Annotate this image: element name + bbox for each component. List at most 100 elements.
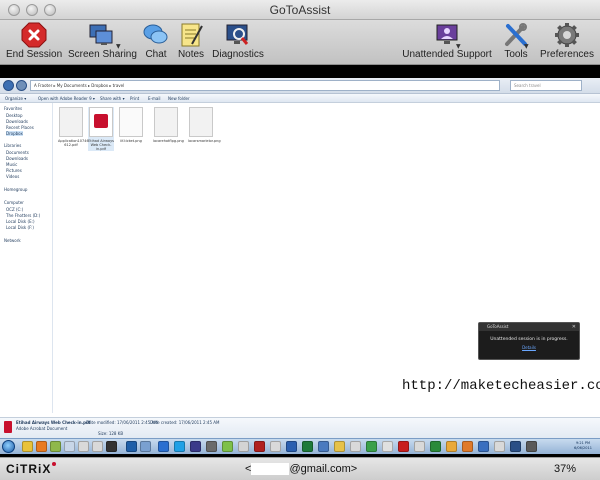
app-icon[interactable] [446, 441, 457, 452]
chat-button[interactable]: Chat [142, 22, 170, 60]
forward-icon[interactable] [16, 80, 27, 91]
back-icon[interactable] [3, 80, 14, 91]
file-item[interactable]: Application10746 612.pdf [58, 107, 89, 147]
nav-item[interactable]: Network [4, 238, 21, 243]
nav-item[interactable]: Local Disk (F:) [6, 225, 34, 230]
image-thumbnail [189, 107, 213, 137]
file-item[interactable]: Etihad Airways Web Check-in.pdf [88, 107, 114, 151]
zoom-level[interactable]: 37% [554, 463, 576, 475]
file-item[interactable]: locarehotflpg.png [153, 107, 184, 143]
unattended-support-button[interactable]: Unattended Support [400, 22, 494, 60]
app-icon[interactable] [190, 441, 201, 452]
nav-item[interactable]: Desktop [6, 113, 23, 118]
details-filename: Etihad Airways Web Check-in.pdf [16, 420, 91, 425]
tools-button[interactable]: Tools [500, 22, 532, 60]
nav-item[interactable]: Videos [6, 174, 19, 179]
address-path[interactable]: A Fraoter ▸ My Documents ▸ Dropbox ▸ tra… [30, 80, 500, 91]
app-icon[interactable] [382, 441, 393, 452]
app-icon[interactable] [494, 441, 505, 452]
app-icon[interactable] [140, 441, 151, 452]
end-session-button[interactable]: End Session [6, 22, 62, 60]
app-icon[interactable] [206, 441, 217, 452]
brand-text: CiTRiX [6, 462, 52, 476]
nav-item[interactable]: Music [6, 162, 17, 167]
folder-icon[interactable] [22, 441, 33, 452]
nav-item[interactable]: Homegroup [4, 187, 27, 192]
command-share-with[interactable]: Share with ▾ [100, 94, 125, 103]
image-thumbnail [154, 107, 178, 137]
command-email[interactable]: E-mail [148, 94, 161, 103]
close-icon[interactable]: ✕ [572, 324, 576, 330]
app-icon[interactable] [158, 441, 169, 452]
app-icon[interactable] [222, 441, 233, 452]
app-icon[interactable] [318, 441, 329, 452]
explorer-details-pane: Etihad Airways Web Check-in.pdf Date mod… [0, 417, 600, 438]
chevron-down-icon: ▼ [456, 43, 461, 50]
app-icon[interactable] [478, 441, 489, 452]
nav-item[interactable]: OCZ (C:) [6, 207, 23, 212]
toolbar: End Session Screen Sharing ▼ Chat Notes [0, 20, 600, 65]
search-input[interactable]: Search travel [510, 80, 582, 91]
title-bar: GoToAssist [0, 0, 600, 20]
app-icon[interactable] [462, 441, 473, 452]
app-icon[interactable] [126, 441, 137, 452]
file-item[interactable]: locarsmarielor.png [188, 107, 221, 143]
diagnostics-button[interactable]: Diagnostics [210, 22, 266, 60]
word-icon[interactable] [286, 441, 297, 452]
details-type: Adobe Acrobat Document [16, 426, 68, 431]
app-icon[interactable] [270, 441, 281, 452]
nav-item[interactable]: Libraries [4, 143, 21, 148]
windows-taskbar: 9:21 PM 6/06/2011 [0, 438, 600, 454]
citrix-logo: CiTRiX [6, 462, 57, 476]
nav-item[interactable]: Recent Places [6, 125, 34, 130]
details-modified: Date modified: 17/06/2011 2:45 AM [86, 420, 158, 425]
excel-icon[interactable] [302, 441, 313, 452]
command-print[interactable]: Print [130, 94, 139, 103]
app-icon[interactable] [350, 441, 361, 452]
nav-item[interactable]: Dropbox [6, 131, 23, 136]
nav-item[interactable]: Downloads [6, 119, 28, 124]
command-new-folder[interactable]: New folder [168, 94, 190, 103]
file-item[interactable]: iif-ticket.png [118, 107, 144, 143]
nav-item[interactable]: The Fhotters (D:) [6, 213, 40, 218]
preferences-button[interactable]: Preferences [538, 22, 596, 60]
app-icon[interactable] [366, 441, 377, 452]
diagnostics-label: Diagnostics [212, 49, 264, 60]
nav-item[interactable]: Pictures [6, 168, 22, 173]
nav-item[interactable]: Documents [6, 150, 29, 155]
session-email: < @gmail.com> [245, 463, 357, 476]
unattended-session-notification: GoToAssist ✕ Unattended session is in pr… [478, 322, 580, 360]
skype-icon[interactable] [174, 441, 185, 452]
nav-item[interactable]: Downloads [6, 156, 28, 161]
start-button[interactable] [2, 440, 15, 453]
app-icon[interactable] [526, 441, 537, 452]
acrobat-icon[interactable] [398, 441, 409, 452]
app-icon[interactable] [50, 441, 61, 452]
stop-icon [21, 22, 47, 48]
system-clock: 9:21 PM 6/06/2011 [572, 441, 594, 451]
app-icon[interactable] [64, 441, 75, 452]
firefox-icon[interactable] [36, 441, 47, 452]
app-icon[interactable] [430, 441, 441, 452]
nav-item[interactable]: Favorites [4, 106, 22, 111]
command-open-with[interactable]: Open with Adobe Reader 9 ▾ [38, 94, 95, 103]
chevron-down-icon: ▼ [116, 43, 121, 50]
app-icon[interactable] [254, 441, 265, 452]
command-organize[interactable]: Organize ▾ [5, 94, 26, 103]
notes-button[interactable]: Notes [175, 22, 207, 60]
explorer-address-bar: A Fraoter ▸ My Documents ▸ Dropbox ▸ tra… [0, 78, 600, 94]
notification-details-link[interactable]: Details [479, 345, 579, 350]
app-icon[interactable] [414, 441, 425, 452]
app-icon[interactable] [238, 441, 249, 452]
nav-item[interactable]: Local Disk (E:) [6, 219, 35, 224]
nav-item[interactable]: Computer [4, 200, 24, 205]
remote-screen[interactable]: A Fraoter ▸ My Documents ▸ Dropbox ▸ tra… [0, 78, 600, 454]
app-icon[interactable] [334, 441, 345, 452]
app-icon[interactable] [92, 441, 103, 452]
app-icon[interactable] [78, 441, 89, 452]
document-thumbnail [59, 107, 83, 137]
tools-label: Tools [504, 49, 528, 60]
screen-sharing-button[interactable]: Screen Sharing [68, 22, 137, 60]
app-icon[interactable] [510, 441, 521, 452]
app-icon[interactable] [106, 441, 117, 452]
